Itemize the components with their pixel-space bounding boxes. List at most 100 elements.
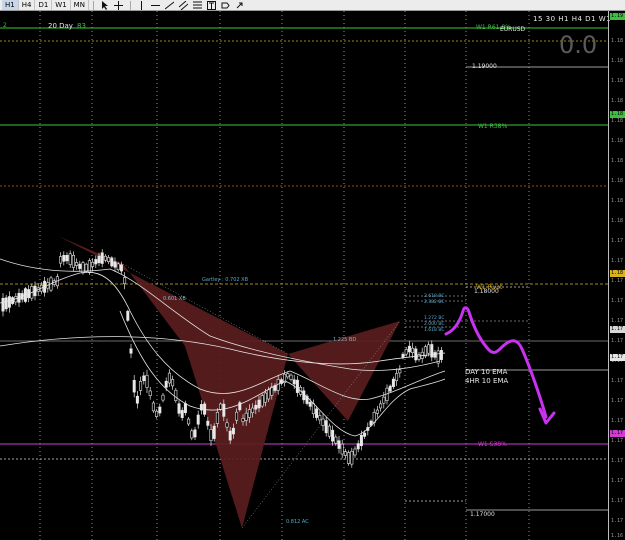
timeframe-w1-button[interactable]: W1 <box>52 0 71 10</box>
candle-body <box>251 407 255 414</box>
candle-body <box>71 254 75 268</box>
candle-body <box>379 403 383 409</box>
timeframe-h1-button[interactable]: H1 <box>2 0 19 10</box>
price-tick-label: 1.18 <box>611 58 624 64</box>
candle-body <box>228 430 232 441</box>
candle-body <box>308 401 312 407</box>
candle-body <box>247 409 251 418</box>
candle-body <box>311 403 315 415</box>
candle-body <box>363 432 367 437</box>
candle-body <box>100 252 104 264</box>
candle-body <box>113 261 117 268</box>
candle-body <box>430 344 434 358</box>
cursor-arrow-icon[interactable] <box>98 0 112 10</box>
price-tick-label: 1.17 <box>611 338 624 344</box>
candle-body <box>359 434 363 447</box>
candle-body <box>103 255 107 261</box>
candle-body <box>145 374 149 388</box>
candle-body <box>407 345 411 353</box>
fibonacci-icon[interactable] <box>191 0 205 10</box>
candle-body <box>94 259 98 265</box>
price-tick-label: 1.18 <box>611 98 624 104</box>
indicator-prefix: 2 <box>3 22 7 29</box>
candle-body <box>382 396 386 404</box>
arrow-dropdown-icon[interactable] <box>233 0 247 10</box>
candle-body <box>75 262 79 266</box>
vertical-line-icon[interactable] <box>135 0 149 10</box>
candle-body <box>183 403 187 414</box>
candle-body <box>439 350 443 360</box>
candle-body <box>395 373 399 382</box>
candle-body <box>177 403 181 414</box>
price-tick-label: 1.18 <box>611 78 624 84</box>
bd-ratio-label: 1.225 BD <box>333 337 357 343</box>
indicator-name: 20 Day <box>48 22 73 30</box>
candle-body <box>84 263 88 272</box>
price-level-tag: 1.17 <box>610 354 625 361</box>
trendline-icon[interactable] <box>163 0 177 10</box>
candle-body <box>167 372 171 384</box>
symbol-label: EURUSD <box>500 26 526 33</box>
candle-body <box>139 381 143 391</box>
candle-body <box>334 436 338 444</box>
candle-body <box>231 427 235 435</box>
price-tick-label: 1.17 <box>611 258 624 264</box>
timeframe-h4-button[interactable]: H4 <box>19 0 36 10</box>
price-chart[interactable] <box>0 11 608 540</box>
candle-body <box>241 418 245 422</box>
candle-body <box>212 425 216 439</box>
candle-body <box>388 385 392 392</box>
label-tool-icon[interactable] <box>219 0 233 10</box>
horizontal-line-icon[interactable] <box>149 0 163 10</box>
period-selector[interactable]: 15 30 H1 H4 D1 W1 <box>533 15 611 23</box>
candle-body <box>375 409 379 414</box>
candle-body <box>62 255 66 262</box>
price-level-tag: 1.17 <box>610 430 625 437</box>
candle-body <box>196 414 200 425</box>
candle-body <box>324 420 328 434</box>
timeframe-mn-button[interactable]: MN <box>71 0 89 10</box>
fib-label: 1.272 BC <box>424 316 445 321</box>
timeframe-d1-button[interactable]: D1 <box>35 0 53 10</box>
candle-body <box>129 348 133 354</box>
candle-body <box>347 452 351 464</box>
candle-body <box>318 415 322 421</box>
price-tick-label: 1.17 <box>611 278 624 284</box>
price-axis[interactable]: 1.18 1.18 1.18 1.18 1.18 1.18 1.18 1.18 1.18 1.18… <box>608 11 625 540</box>
xb-ratio-label: 0.601 XB <box>163 296 186 302</box>
candle-body <box>78 263 82 269</box>
candle-body <box>235 411 239 421</box>
candle-body <box>68 253 72 265</box>
candle-body <box>110 257 114 267</box>
candle-body <box>209 429 213 442</box>
candle-body <box>295 379 299 393</box>
candle-body <box>417 354 421 360</box>
candle-body <box>7 296 11 308</box>
candle-body <box>206 420 210 426</box>
candle-body <box>292 379 296 385</box>
price-tick-label: 1.17 <box>611 438 624 444</box>
candle-body <box>119 264 123 272</box>
text-tool-icon[interactable] <box>205 0 219 10</box>
candle-body <box>171 379 175 387</box>
candle-body <box>1 297 5 312</box>
candle-body <box>289 374 293 380</box>
candle-body <box>414 348 418 361</box>
w1-r38-label: W1 R38% <box>478 123 508 130</box>
candle-body <box>59 256 63 264</box>
candle-body <box>215 411 219 424</box>
candle-body <box>321 418 325 426</box>
channel-icon[interactable] <box>177 0 191 10</box>
price-tick-label: 1.18 <box>611 198 624 204</box>
level-118-label: 1.18000 <box>474 288 499 295</box>
candle-body <box>151 402 155 412</box>
price-level-tag: 1.17 <box>610 326 625 333</box>
crosshair-icon[interactable] <box>112 0 126 10</box>
price-tick-label: 1.18 <box>611 38 624 44</box>
price-tick-label: 1.18 <box>611 178 624 184</box>
candle-body <box>135 395 139 404</box>
price-tick-label: 1.17 <box>611 498 624 504</box>
price-tick-label: 1.18 <box>611 158 624 164</box>
candle-body <box>356 443 360 450</box>
level-119-label: 1.19000 <box>472 63 497 70</box>
